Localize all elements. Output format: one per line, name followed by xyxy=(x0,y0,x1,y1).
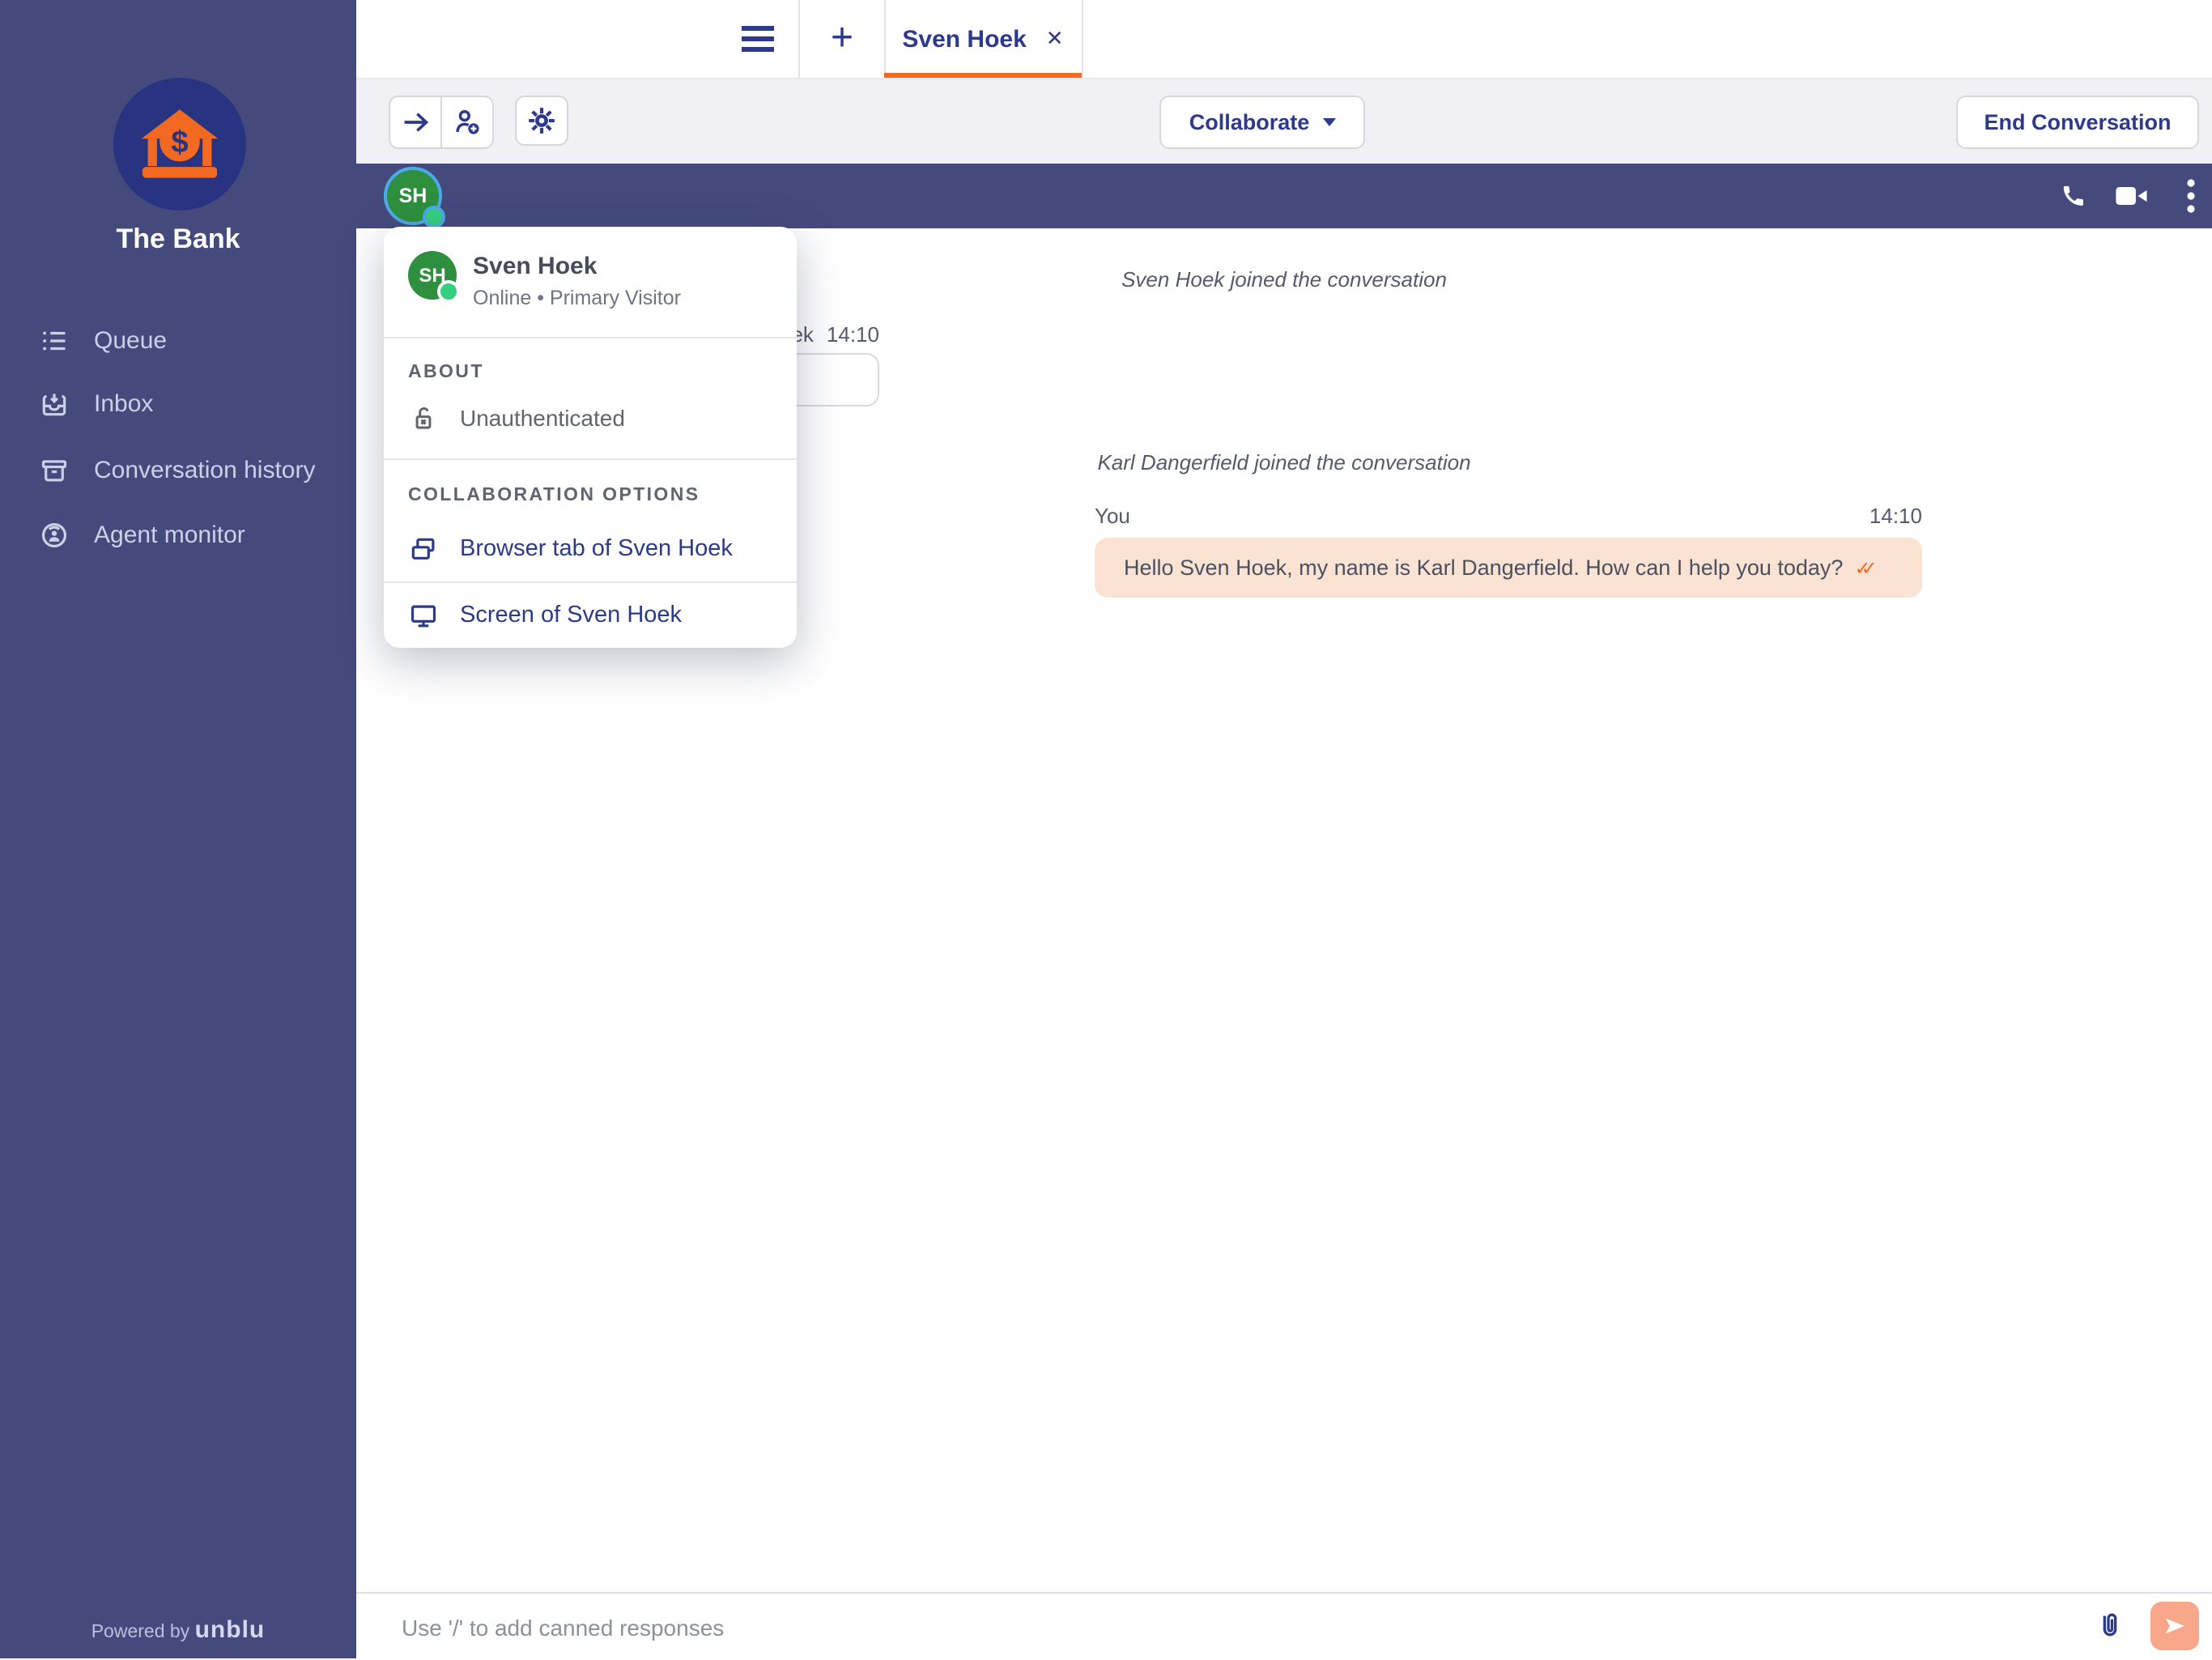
agent-message-text: Hello Sven Hoek, my name is Karl Dangerf… xyxy=(1124,555,1843,580)
conversation-header: SH xyxy=(356,164,2212,228)
agent-message-bubble: Hello Sven Hoek, my name is Karl Dangerf… xyxy=(1095,538,1922,598)
collaboration-section-title: COLLABORATION OPTIONS xyxy=(408,486,700,505)
message-input[interactable] xyxy=(398,1594,2057,1660)
sidebar-item-conversation-history[interactable]: Conversation history xyxy=(0,442,356,497)
conversation-toolbar: Collaborate End Conversation xyxy=(356,78,2212,164)
send-button[interactable] xyxy=(2150,1602,2199,1650)
read-receipt-icon xyxy=(1854,556,1867,579)
person-add-icon xyxy=(452,107,483,138)
sidebar: $ The Bank Queue Inbox xyxy=(0,0,356,1658)
message-composer xyxy=(356,1592,2212,1658)
voice-call-button[interactable] xyxy=(2050,173,2095,219)
end-conversation-button[interactable]: End Conversation xyxy=(1956,96,2199,149)
video-call-button[interactable] xyxy=(2108,173,2154,219)
screen-share-icon xyxy=(408,600,439,631)
kebab-menu-icon xyxy=(2186,178,2196,214)
phone-icon xyxy=(2058,181,2087,211)
visitor-status-dot xyxy=(423,206,445,228)
unblu-logo: unblu xyxy=(195,1616,266,1644)
active-tab-indicator xyxy=(884,72,1082,78)
sidebar-item-inbox[interactable]: Inbox xyxy=(0,376,356,431)
visitor-message-time: 14:10 xyxy=(827,322,879,347)
inbox-icon xyxy=(39,388,70,419)
collab-option-screen[interactable]: Screen of Sven Hoek xyxy=(384,583,797,648)
forward-conversation-button[interactable] xyxy=(390,97,440,147)
tab-label: Sven Hoek xyxy=(902,25,1026,53)
sidebar-item-queue[interactable]: Queue xyxy=(0,313,356,368)
sidebar-item-label: Queue xyxy=(94,326,167,354)
brand-title: The Bank xyxy=(0,223,356,256)
agent-message-sender: You xyxy=(1095,504,1130,528)
paperclip-icon xyxy=(2094,1610,2126,1642)
divider xyxy=(384,458,797,460)
bank-building-icon: $ xyxy=(136,100,223,188)
gear-icon xyxy=(526,105,557,136)
svg-text:$: $ xyxy=(171,125,188,160)
powered-by: Powered by unblu xyxy=(0,1616,356,1644)
agent-message-header: You 14:10 xyxy=(1095,504,1922,528)
attach-file-button[interactable] xyxy=(2089,1605,2131,1647)
chevron-down-icon xyxy=(1322,118,1335,126)
popover-visitor-status: Online • Primary Visitor xyxy=(473,287,681,309)
toolbar-button-group xyxy=(389,96,494,149)
browser-tab-icon xyxy=(408,534,439,564)
invite-person-button[interactable] xyxy=(442,97,492,147)
tab-close-icon[interactable]: ✕ xyxy=(1046,26,1064,52)
bank-logo: $ xyxy=(113,78,246,211)
agent-message-time: 14:10 xyxy=(1870,504,1922,528)
arrow-right-icon xyxy=(400,107,431,138)
visitor-avatar[interactable]: SH xyxy=(384,167,442,225)
more-options-button[interactable] xyxy=(2168,173,2212,219)
about-section-title: ABOUT xyxy=(408,363,484,382)
popover-visitor-avatar: SH xyxy=(408,251,457,300)
lock-open-x-icon xyxy=(408,402,439,433)
video-camera-icon xyxy=(2113,181,2149,211)
hamburger-menu-button[interactable] xyxy=(727,0,789,78)
popover-visitor-name: Sven Hoek xyxy=(473,253,597,280)
sidebar-item-label: Inbox xyxy=(94,389,153,417)
tab-sven-hoek[interactable]: Sven Hoek ✕ xyxy=(884,0,1082,78)
authentication-status: Unauthenticated xyxy=(384,389,797,447)
queue-list-icon xyxy=(39,325,70,355)
new-tab-button[interactable]: + xyxy=(800,0,884,78)
divider xyxy=(1082,0,1083,78)
sidebar-item-agent-monitor[interactable]: Agent monitor xyxy=(0,507,356,562)
popover-status-dot xyxy=(437,280,460,303)
menu-icon xyxy=(742,26,774,52)
send-icon xyxy=(2162,1613,2188,1639)
collaborate-button[interactable]: Collaborate xyxy=(1159,96,1365,149)
collab-option-browser-tab[interactable]: Browser tab of Sven Hoek xyxy=(384,517,797,581)
sidebar-item-label: Agent monitor xyxy=(94,521,245,548)
sidebar-item-label: Conversation history xyxy=(94,456,315,483)
visitor-details-popover: SH Sven Hoek Online • Primary Visitor AB… xyxy=(384,227,797,648)
conversation-history-icon xyxy=(39,454,70,485)
settings-button[interactable] xyxy=(515,96,568,146)
tab-bar: + Sven Hoek ✕ KD xyxy=(356,0,2212,78)
divider xyxy=(384,337,797,338)
agent-monitor-icon xyxy=(39,519,70,550)
